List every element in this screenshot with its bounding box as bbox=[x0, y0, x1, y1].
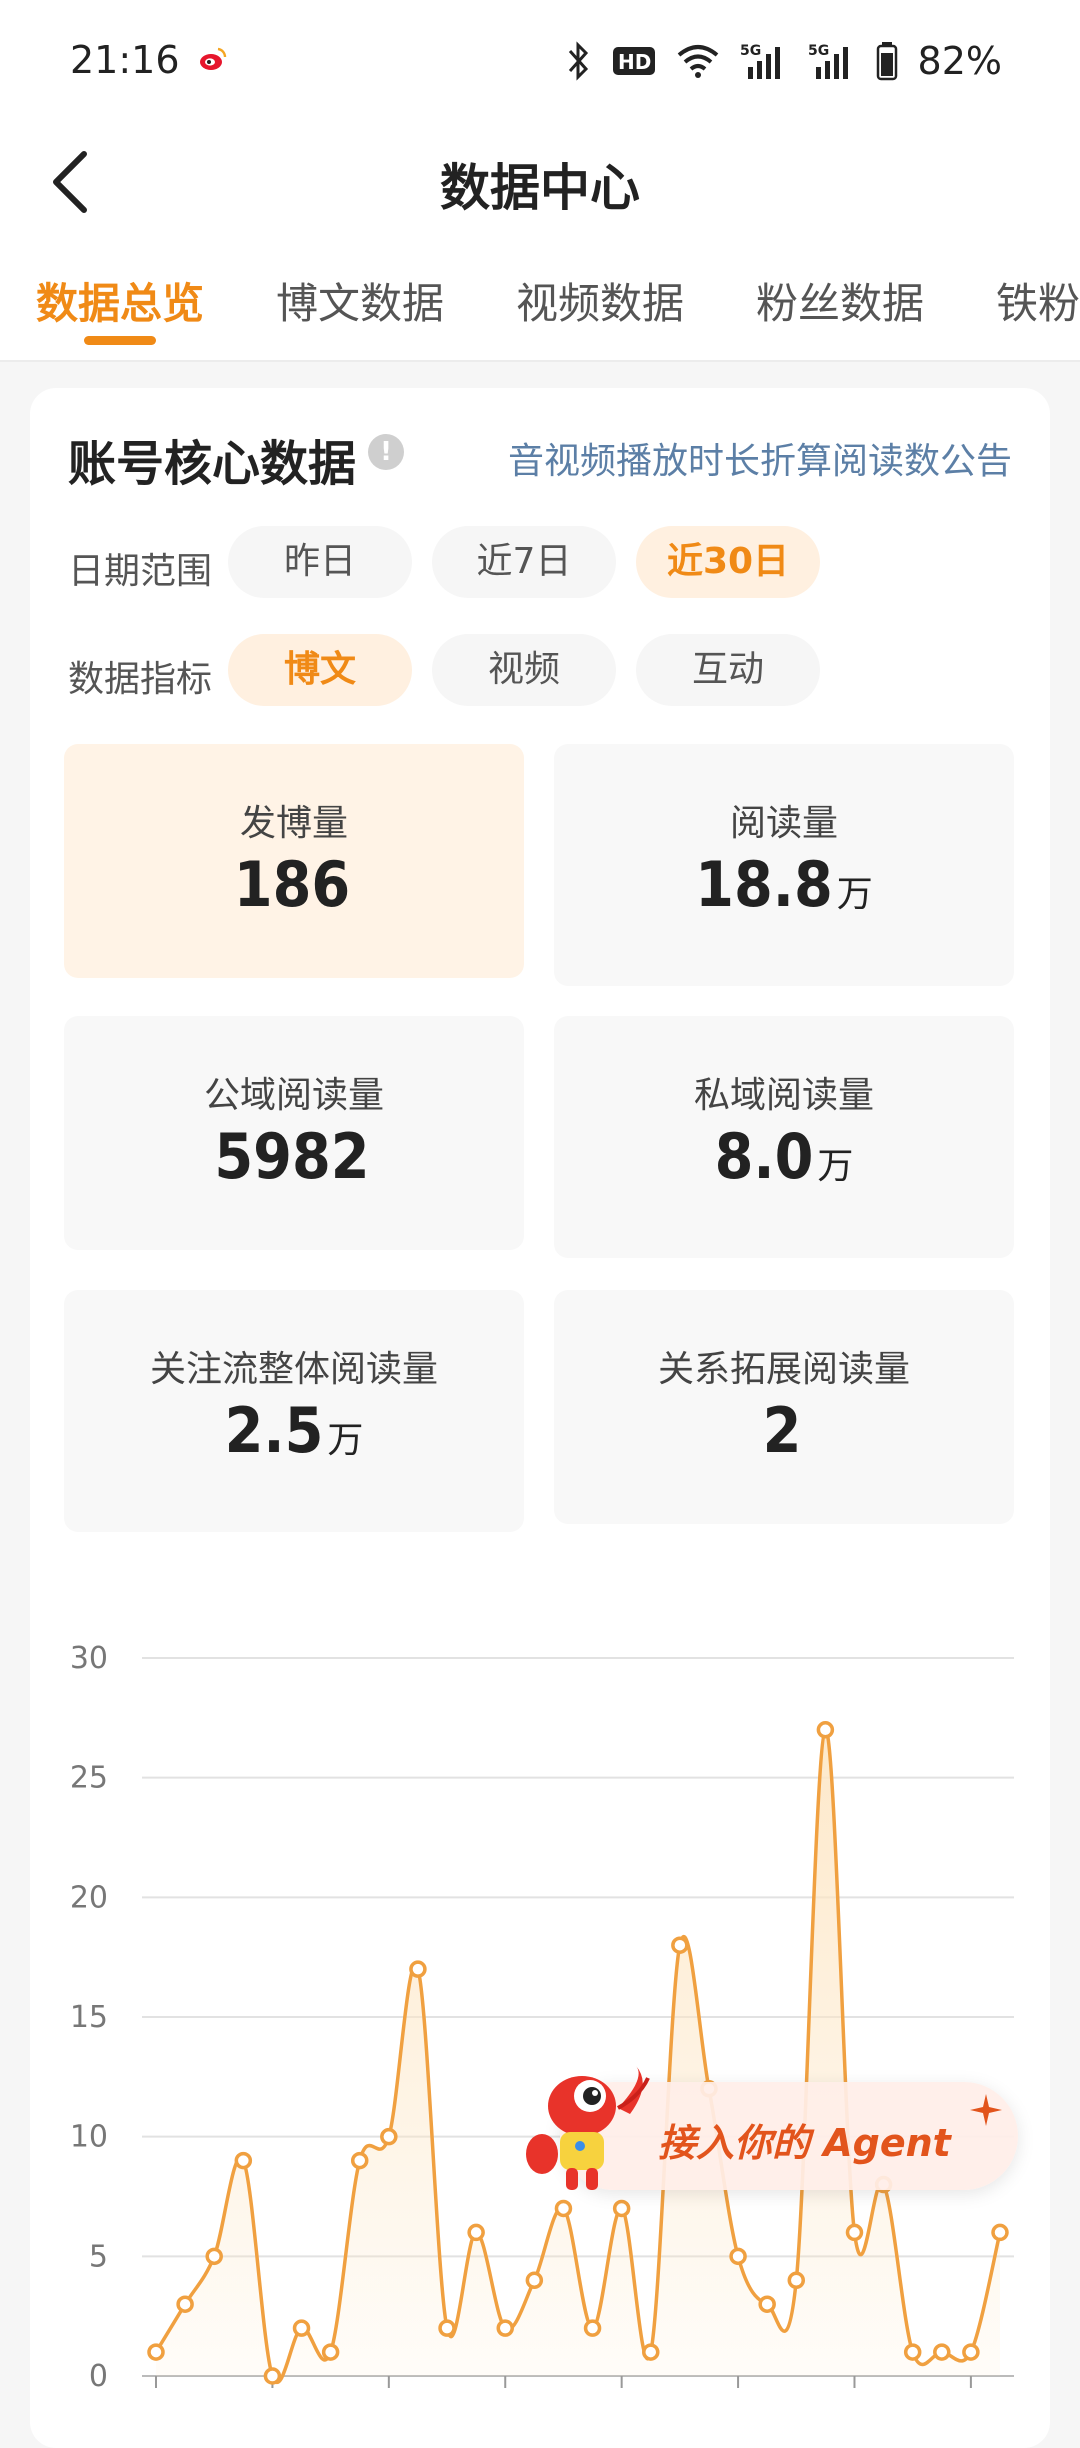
stat-label: 阅读量 bbox=[729, 803, 838, 844]
tab-overview[interactable]: 数据总览 bbox=[36, 270, 204, 331]
agent-label: 接入你的 Agent bbox=[658, 2121, 951, 2165]
lobster-mascot-icon bbox=[526, 2066, 650, 2190]
date-option-30days[interactable]: 近30日 bbox=[636, 526, 820, 598]
stat-label: 关注流整体阅读量 bbox=[149, 1349, 438, 1390]
stat-read-count[interactable]: 阅读量 18.8 万 bbox=[554, 744, 1014, 986]
status-icons: HD 5G 5G 82% bbox=[566, 36, 1002, 86]
nav-bar: 数据中心 bbox=[0, 124, 1080, 242]
battery-icon bbox=[876, 42, 897, 81]
stat-value: 5982 bbox=[214, 1120, 370, 1193]
stat-public-read[interactable]: 公域阅读量 5982 bbox=[64, 1016, 524, 1250]
info-icon[interactable]: ! bbox=[368, 434, 404, 470]
metric-option-video[interactable]: 视频 bbox=[432, 634, 616, 706]
svg-text:HD: HD bbox=[618, 50, 651, 74]
metric-label: 数据指标 bbox=[68, 659, 213, 700]
metric-option-interaction[interactable]: 互动 bbox=[636, 634, 820, 706]
card-title: 账号核心数据 bbox=[68, 436, 357, 492]
tab-posts[interactable]: 博文数据 bbox=[276, 270, 444, 331]
stat-label: 关系拓展阅读量 bbox=[657, 1349, 910, 1390]
agent-float-button[interactable]: 接入你的 Agent bbox=[520, 2048, 1020, 2198]
metric-option-posts[interactable]: 博文 bbox=[228, 634, 412, 706]
svg-text:5G: 5G bbox=[808, 43, 829, 59]
stat-label: 公域阅读量 bbox=[203, 1075, 384, 1116]
date-option-yesterday[interactable]: 昨日 bbox=[228, 526, 412, 598]
wifi-icon bbox=[677, 45, 718, 78]
stat-value: 186 bbox=[233, 848, 351, 921]
hd-voice-icon: HD bbox=[612, 47, 655, 75]
signal-5g-icon-1: 5G bbox=[740, 43, 780, 79]
stat-post-count[interactable]: 发博量 186 bbox=[64, 744, 524, 978]
tab-iron-fans[interactable]: 铁粉 bbox=[996, 270, 1080, 331]
status-time: 21:16 bbox=[70, 38, 180, 82]
stat-private-read[interactable]: 私域阅读量 8.0 万 bbox=[554, 1016, 1014, 1258]
stat-value: 2 bbox=[762, 1394, 802, 1467]
date-option-7days[interactable]: 近7日 bbox=[432, 526, 616, 598]
sparkle-icon bbox=[970, 2094, 1002, 2126]
page-title: 数据中心 bbox=[440, 159, 640, 217]
stat-label: 发博量 bbox=[239, 803, 348, 844]
stat-label: 私域阅读量 bbox=[693, 1075, 874, 1116]
date-range-label: 日期范围 bbox=[68, 551, 213, 592]
active-tab-indicator bbox=[84, 336, 156, 345]
bluetooth-icon bbox=[568, 41, 588, 81]
svg-text:5G: 5G bbox=[740, 43, 761, 59]
stat-value: 18.8 万 bbox=[695, 848, 873, 921]
battery-percent: 82% bbox=[917, 39, 1002, 83]
status-bar: 21:16 HD 5G 5G 82% bbox=[0, 0, 1080, 124]
stat-follow-feed-read[interactable]: 关注流整体阅读量 2.5 万 bbox=[64, 1290, 524, 1532]
weibo-app-icon bbox=[200, 47, 227, 70]
notice-link[interactable]: 音视频播放时长折算阅读数公告 bbox=[508, 432, 1012, 484]
stat-relation-read[interactable]: 关系拓展阅读量 2 bbox=[554, 1290, 1014, 1524]
stat-value: 8.0 万 bbox=[714, 1120, 854, 1193]
signal-5g-icon-2: 5G bbox=[808, 43, 848, 79]
tab-videos[interactable]: 视频数据 bbox=[516, 270, 684, 331]
tab-bar: 数据总览 博文数据 视频数据 粉丝数据 铁粉 bbox=[0, 242, 1080, 362]
stat-value: 2.5 万 bbox=[224, 1394, 364, 1467]
tab-fans[interactable]: 粉丝数据 bbox=[756, 270, 924, 331]
